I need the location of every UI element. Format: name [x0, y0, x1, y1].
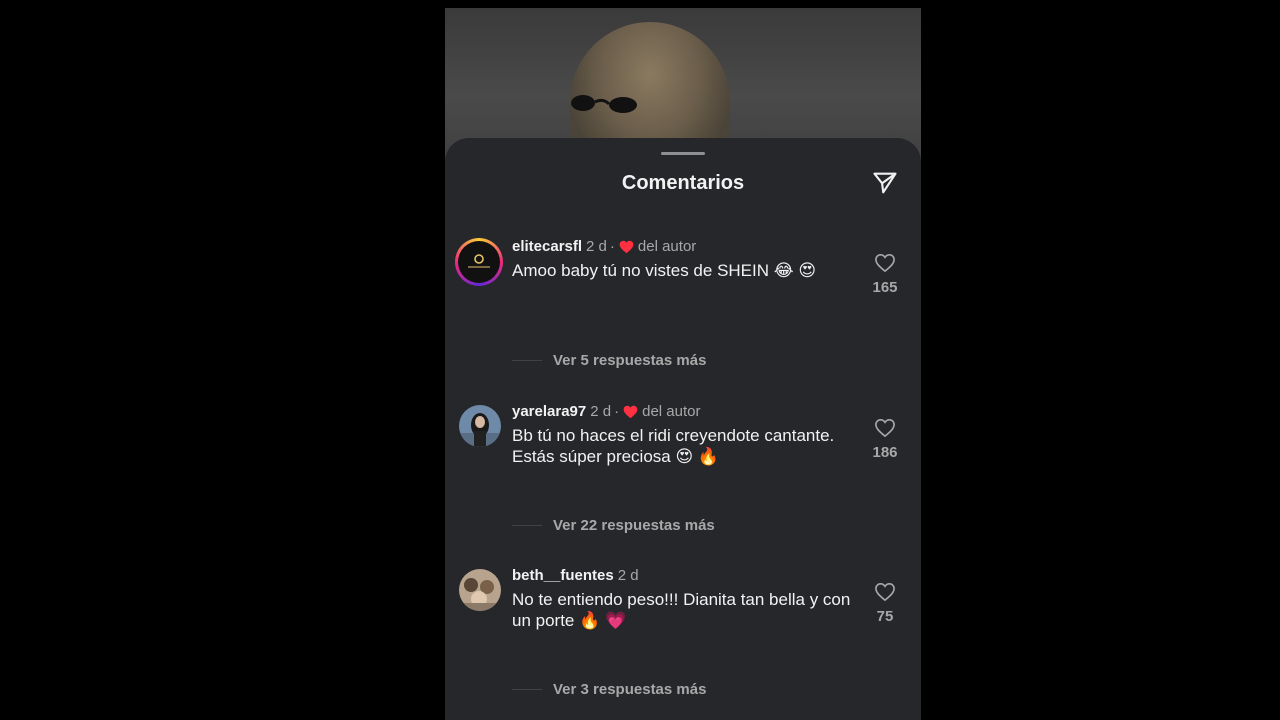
replies-divider: [512, 359, 542, 361]
heart-outline-icon[interactable]: [874, 582, 896, 602]
author-heart-icon: [623, 405, 638, 419]
like-count: 186: [872, 444, 898, 461]
comment-text: Bb tú no haces el ridi creyendote cantan…: [512, 426, 835, 466]
meta-separator: ·: [609, 238, 615, 255]
phone-screen: Comentarios elitecarsfl 2 d · del autor …: [445, 8, 921, 720]
like-control: 75: [865, 582, 905, 625]
view-replies-label: Ver 3 respuestas más: [553, 680, 707, 698]
comment-username[interactable]: elitecarsfl: [512, 238, 582, 255]
sheet-title: Comentarios: [621, 172, 745, 194]
share-button[interactable]: [869, 167, 901, 199]
heart-outline-icon[interactable]: [874, 418, 896, 438]
view-replies-link[interactable]: Ver 3 respuestas más: [512, 679, 706, 699]
avatar[interactable]: [459, 405, 501, 447]
avatar[interactable]: [455, 238, 503, 286]
comment-username[interactable]: beth__fuentes: [512, 567, 614, 584]
comment-meta: yarelara97 2 d · del autor: [512, 403, 700, 420]
heart-outline-icon[interactable]: [874, 253, 896, 273]
comment-item: yarelara97 2 d · del autor Bb tú no hace…: [445, 403, 921, 493]
drag-handle[interactable]: [661, 152, 705, 155]
comment-text: No te entiendo peso!!! Dianita tan bella…: [512, 590, 851, 630]
meta-separator: ·: [614, 403, 620, 420]
author-badge: del autor: [637, 238, 697, 255]
comment-username[interactable]: yarelara97: [512, 403, 586, 420]
comment-time: 2 d: [590, 403, 612, 420]
send-icon: [873, 172, 897, 194]
comment-meta: elitecarsfl 2 d · del autor: [512, 238, 696, 255]
comment-text: Amoo baby tú no vistes de SHEIN 😂 😍: [512, 261, 817, 280]
view-replies-link[interactable]: Ver 22 respuestas más: [512, 515, 715, 535]
user-avatar-icon: [459, 405, 501, 447]
comment-item: elitecarsfl 2 d · del autor Amoo baby tú…: [445, 238, 921, 328]
comment-time: 2 d: [617, 567, 639, 584]
author-heart-icon: [619, 240, 634, 254]
like-count: 165: [872, 279, 898, 296]
author-badge: del autor: [642, 403, 701, 420]
view-replies-link[interactable]: Ver 5 respuestas más: [512, 350, 706, 370]
comment-time: 2 d: [586, 238, 607, 255]
like-control: 165: [865, 253, 905, 296]
replies-divider: [512, 524, 542, 526]
user-avatar-icon: [459, 569, 501, 611]
avatar[interactable]: [459, 569, 501, 611]
replies-divider: [512, 688, 542, 690]
comment-item: beth__fuentes 2 d No te entiendo peso!!!…: [445, 567, 921, 657]
sunglasses-graphic: [571, 95, 637, 113]
elite-cars-logo-icon: [468, 254, 490, 268]
like-count: 75: [876, 608, 894, 625]
comments-sheet: Comentarios elitecarsfl 2 d · del autor …: [445, 138, 921, 720]
comment-meta: beth__fuentes 2 d: [512, 567, 639, 584]
view-replies-label: Ver 22 respuestas más: [553, 516, 715, 534]
view-replies-label: Ver 5 respuestas más: [553, 351, 707, 369]
like-control: 186: [865, 418, 905, 461]
